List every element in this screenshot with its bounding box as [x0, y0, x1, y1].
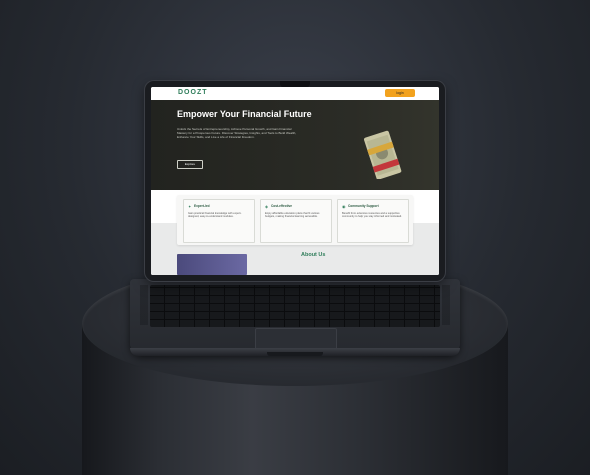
feature-title: Expert-led: [194, 204, 210, 208]
site-logo[interactable]: DOOZT: [178, 89, 208, 96]
explore-button[interactable]: Explore: [177, 160, 203, 169]
speaker-grille-right: [442, 285, 450, 325]
feature-title: Community Support: [348, 204, 379, 208]
laptop-lid: DOOZT login Empower Your Financial Futur…: [145, 81, 445, 281]
feature-card-community: ◉ Community Support Benefit from extensi…: [337, 199, 409, 243]
about-title: About Us: [301, 252, 326, 258]
feature-card-cost: ◈ Cost-effective Enjoy affordable educat…: [260, 199, 332, 243]
feature-desc: Enjoy affordable education plans that fi…: [265, 212, 320, 219]
feature-title: Cost-effective: [271, 204, 293, 208]
about-image: [177, 254, 247, 275]
laptop-open-notch: [267, 352, 323, 356]
savings-icon: ◈: [265, 204, 269, 209]
feature-card-expert: ✦ Expert-led Gain practical financial kn…: [183, 199, 255, 243]
login-button[interactable]: login: [385, 89, 415, 97]
navbar: DOOZT login: [151, 87, 439, 100]
community-icon: ◉: [342, 204, 346, 209]
speaker-grille-left: [140, 285, 148, 325]
trackpad: [255, 328, 337, 350]
feature-desc: Benefit from extensive resources and a s…: [342, 212, 402, 219]
lightbulb-icon: ✦: [188, 204, 192, 209]
hero-body: Unlock the Secrets of Entrepreneurship, …: [177, 127, 297, 139]
hero-title: Empower Your Financial Future: [177, 109, 312, 119]
keyboard: [150, 285, 440, 327]
laptop-screen: DOOZT login Empower Your Financial Futur…: [151, 87, 439, 275]
features-panel: ✦ Expert-led Gain practical financial kn…: [177, 195, 413, 245]
feature-desc: Gain practical financial knowledge with …: [188, 212, 242, 219]
camera-notch: [280, 81, 310, 87]
money-roll-image: [364, 130, 402, 179]
